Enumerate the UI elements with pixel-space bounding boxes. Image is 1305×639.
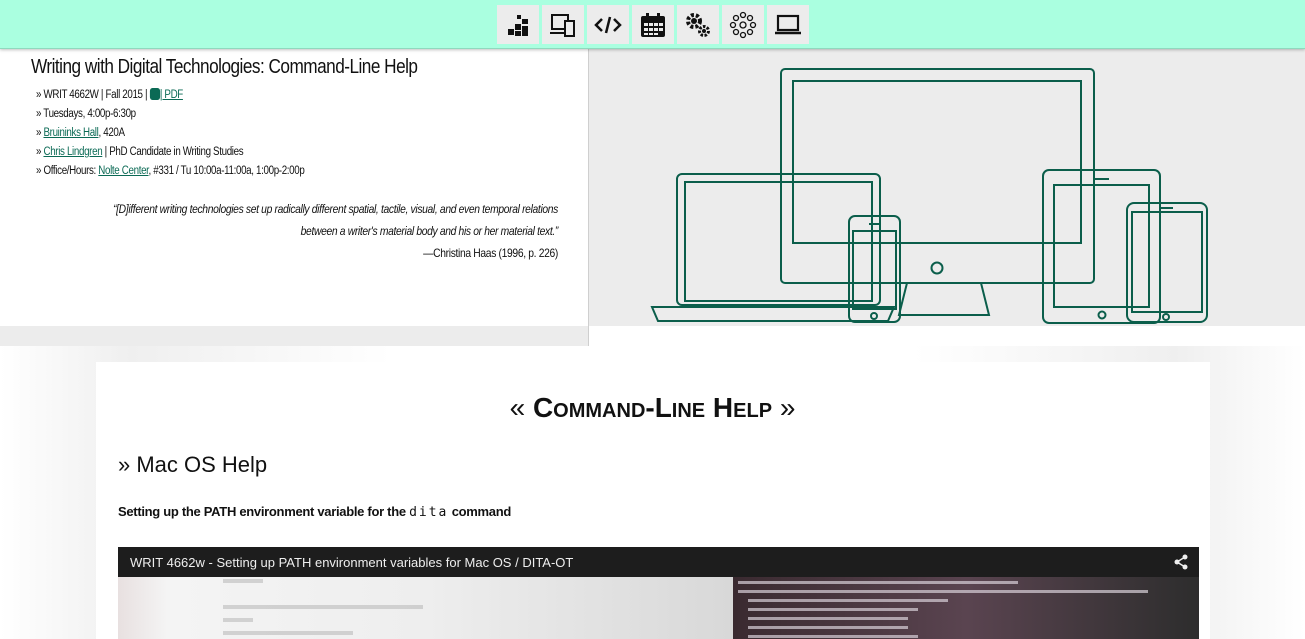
course-code: » WRIT 4662W | Fall 2015 | [36, 89, 150, 101]
page-title-right-guillemet: » [772, 392, 796, 423]
nav-buttons [497, 5, 809, 44]
code-icon [594, 16, 622, 33]
epigraph-attribution: —Christina Haas (1996, p. 226) [423, 246, 558, 260]
nav-laptop-button[interactable] [767, 5, 809, 44]
course-meta: » WRIT 4662W | Fall 2015 | | PDF » Tuesd… [36, 86, 352, 181]
instructor-link[interactable]: Chris Lindgren [43, 146, 102, 158]
subheading-suffix: command [448, 504, 512, 519]
epigraph-quote: “[D]ifferent writing technologies set up… [113, 202, 559, 238]
nav-home-button[interactable] [497, 5, 539, 44]
course-info-footer [0, 326, 588, 346]
share-icon[interactable] [1173, 554, 1189, 570]
video-title[interactable]: WRIT 4662w - Setting up PATH environment… [130, 555, 573, 570]
office-hours: , #331 / Tu 10:00a-11:00a, 1:00p-2:00p [148, 165, 305, 177]
subheading: Setting up the PATH environment variable… [118, 504, 511, 520]
office-label: » Office/Hours: [36, 165, 99, 177]
home-icon [508, 14, 528, 36]
pdf-link[interactable]: | PDF [160, 89, 183, 101]
top-nav-bar [0, 0, 1305, 49]
office-link[interactable]: Nolte Center [98, 165, 149, 177]
page-title: « Command-Line Help » [0, 392, 1305, 424]
laptop-icon [775, 14, 801, 34]
page-title-left-guillemet: « [509, 392, 533, 423]
network-icon [729, 11, 757, 38]
room-link[interactable]: Bruininks Hall [43, 127, 98, 139]
calendar-icon [641, 12, 665, 37]
github-icon[interactable] [149, 88, 160, 100]
devices-illustration-panel [589, 49, 1305, 326]
instructor-title: | PhD Candidate in Writing Studies [102, 146, 244, 158]
video-title-bar: WRIT 4662w - Setting up PATH environment… [118, 547, 1199, 577]
time-line: » Tuesdays, 4:00p-6:30p [36, 108, 136, 120]
video-player[interactable]: WRIT 4662w - Setting up PATH environment… [118, 547, 1199, 639]
course-title: Writing with Digital Technologies: Comma… [31, 56, 418, 78]
devices-illustration [650, 68, 1208, 324]
nav-devices-button[interactable] [542, 5, 584, 44]
epigraph: “[D]ifferent writing technologies set up… [31, 198, 558, 264]
course-line: » WRIT 4662W | Fall 2015 | | PDF [36, 86, 304, 105]
instructor-line: » Chris Lindgren | PhD Candidate in Writ… [36, 146, 244, 158]
page-title-text: Command-Line Help [532, 392, 773, 423]
subheading-text: Setting up the PATH environment variable… [118, 504, 410, 519]
section-title: » Mac OS Help [118, 452, 268, 477]
video-frame-left [118, 577, 733, 639]
office-line: » Office/Hours: Nolte Center, #331 / Tu … [36, 162, 305, 181]
nav-calendar-button[interactable] [632, 5, 674, 44]
nav-network-button[interactable] [722, 5, 764, 44]
video-frame-right [733, 577, 1199, 639]
room-line: » Bruininks Hall, 420A [36, 127, 125, 139]
devices-icon [550, 13, 575, 37]
subheading-code: dita [409, 505, 449, 520]
room-number: , 420A [98, 127, 125, 139]
nav-settings-button[interactable] [677, 5, 719, 44]
gears-icon [686, 12, 710, 37]
nav-code-button[interactable] [587, 5, 629, 44]
